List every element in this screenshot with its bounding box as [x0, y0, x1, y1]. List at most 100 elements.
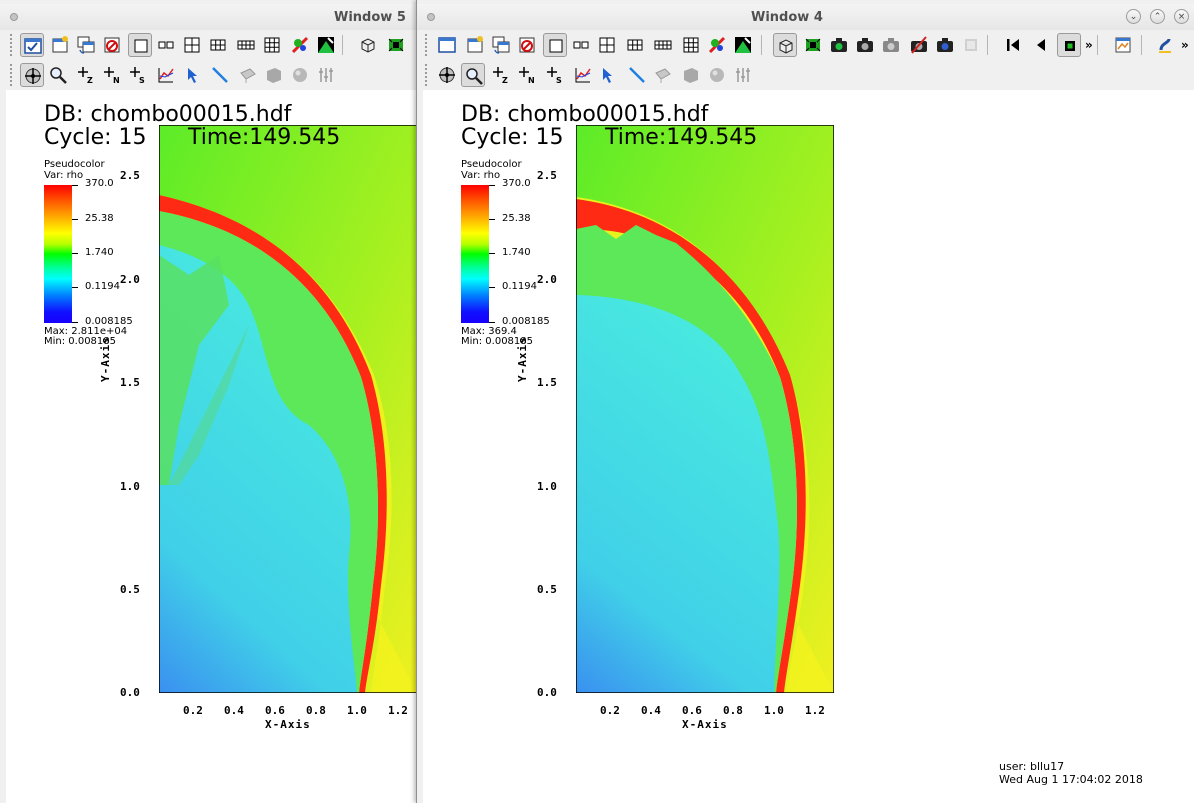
maximize-icon[interactable]: ⌃	[1150, 9, 1165, 24]
toolbar-grip[interactable]	[10, 34, 18, 56]
window-menu-icon[interactable]	[10, 13, 18, 21]
view-3d-box-icon[interactable]	[356, 33, 380, 57]
delete-window-icon[interactable]	[515, 33, 539, 57]
toolbar-separator	[987, 35, 988, 55]
window-5-interaction-toolbar: Z N S	[0, 60, 417, 90]
layout-1x1-icon[interactable]	[543, 33, 567, 57]
node-pick-icon[interactable]: N	[100, 63, 124, 87]
clone-window-icon[interactable]	[74, 33, 98, 57]
curve-pick-icon[interactable]	[154, 63, 178, 87]
delete-window-icon[interactable]	[100, 33, 124, 57]
point-tool-icon[interactable]	[182, 63, 206, 87]
image-view-icon[interactable]	[1111, 33, 1135, 57]
camera-delete-icon[interactable]	[907, 33, 931, 57]
layout-2x4-icon[interactable]	[651, 33, 675, 57]
animation-icon[interactable]	[959, 33, 983, 57]
y-axis-label: Y-Axis	[99, 336, 112, 382]
close-icon[interactable]: ×	[1174, 9, 1189, 24]
window-4-main-toolbar: » »	[417, 30, 1194, 60]
window-4-render-area[interactable]: DB: chombo00015.hdf Cycle: 15 Time:149.5…	[423, 90, 1194, 803]
layout-3x3-icon[interactable]	[679, 33, 703, 57]
y-tick-label: 2.5	[120, 169, 140, 182]
x-axis-label: X-Axis	[265, 718, 311, 731]
legend-tick	[72, 219, 78, 220]
window-4-titlebar[interactable]: Window 4 ⌄ ⌃ ×	[417, 4, 1194, 30]
sphere-tool-icon[interactable]	[288, 63, 312, 87]
layout-3x3-icon[interactable]	[260, 33, 284, 57]
navigate-icon[interactable]	[435, 63, 459, 87]
layout-1x2-icon[interactable]	[569, 33, 593, 57]
zoom-icon[interactable]	[461, 63, 485, 87]
layout-1x2-icon[interactable]	[154, 33, 178, 57]
stop-icon[interactable]	[1057, 33, 1081, 57]
clone-window-icon[interactable]	[489, 33, 513, 57]
svg-text:S: S	[139, 76, 145, 85]
step-back-icon[interactable]	[1001, 33, 1025, 57]
toolbar-overflow-icon[interactable]: »	[1085, 38, 1093, 52]
x-tick-label: 0.6	[265, 704, 285, 717]
node-pick-icon[interactable]: N	[515, 63, 539, 87]
line-tool-icon[interactable]	[625, 63, 649, 87]
view-3d-box-icon[interactable]	[773, 33, 797, 57]
point-tool-icon[interactable]	[597, 63, 621, 87]
svg-text:Z: Z	[502, 76, 508, 85]
invert-colors-icon[interactable]	[288, 33, 312, 57]
layout-2x3-icon[interactable]	[623, 33, 647, 57]
legend-tick	[72, 287, 78, 288]
toolbar-grip[interactable]	[10, 64, 18, 86]
window-5-titlebar[interactable]: Window 5	[0, 4, 417, 30]
legend-colorbar	[44, 185, 72, 323]
minimize-icon[interactable]: ⌄	[1126, 9, 1141, 24]
invert-colors-icon[interactable]	[705, 33, 729, 57]
legend-colorbar	[461, 185, 489, 323]
layout-1x1-icon[interactable]	[128, 33, 152, 57]
clear-plots-icon[interactable]	[314, 33, 338, 57]
box-tool-icon[interactable]	[679, 63, 703, 87]
new-window-icon[interactable]	[48, 33, 72, 57]
zoom-icon[interactable]	[46, 63, 70, 87]
plane-tool-icon[interactable]	[651, 63, 675, 87]
layout-2x2-icon[interactable]	[180, 33, 204, 57]
layout-2x4-icon[interactable]	[234, 33, 258, 57]
toolbar-overflow-icon[interactable]: »	[1181, 38, 1189, 52]
lock-view-icon[interactable]	[384, 33, 408, 57]
x-tick-label: 0.2	[600, 704, 620, 717]
toolbar-separator	[342, 35, 343, 55]
plane-tool-icon[interactable]	[236, 63, 260, 87]
navigate-icon[interactable]	[20, 63, 44, 87]
window-5-render-area[interactable]: DB: chombo00015.hdf Cycle: 15 Time:149.5…	[6, 90, 417, 803]
box-tool-icon[interactable]	[262, 63, 286, 87]
legend-tick-label: 0.1194	[502, 281, 537, 292]
toolbar-grip[interactable]	[425, 34, 433, 56]
pseudocolor-plot[interactable]	[159, 125, 417, 693]
x-tick-label: 1.2	[805, 704, 825, 717]
python-icon[interactable]	[1153, 33, 1177, 57]
toggle-window-icon[interactable]	[435, 33, 459, 57]
y-tick-label: 0.5	[120, 583, 140, 596]
window-menu-icon[interactable]	[427, 13, 435, 21]
layout-2x3-icon[interactable]	[206, 33, 230, 57]
sphere-tool-icon[interactable]	[705, 63, 729, 87]
camera-icon[interactable]	[853, 33, 877, 57]
toolbar-grip[interactable]	[425, 64, 433, 86]
new-window-icon[interactable]	[463, 33, 487, 57]
camera-blue-icon[interactable]	[933, 33, 957, 57]
clear-plots-icon[interactable]	[731, 33, 755, 57]
save-image-icon[interactable]	[827, 33, 851, 57]
axis-array-tool-icon[interactable]	[731, 63, 755, 87]
layout-2x2-icon[interactable]	[595, 33, 619, 57]
pseudocolor-plot[interactable]	[576, 125, 834, 693]
play-back-icon[interactable]	[1029, 33, 1053, 57]
legend-tick	[489, 287, 495, 288]
spreadsheet-pick-icon[interactable]: S	[126, 63, 150, 87]
toggle-window-icon[interactable]	[20, 33, 44, 57]
line-tool-icon[interactable]	[208, 63, 232, 87]
x-tick-label: 1.0	[764, 704, 784, 717]
zone-pick-icon[interactable]: Z	[489, 63, 513, 87]
camera-gray-icon[interactable]	[879, 33, 903, 57]
axis-array-tool-icon[interactable]	[314, 63, 338, 87]
spreadsheet-pick-icon[interactable]: S	[543, 63, 567, 87]
zone-pick-icon[interactable]: Z	[74, 63, 98, 87]
lock-view-icon[interactable]	[801, 33, 825, 57]
curve-pick-icon[interactable]	[571, 63, 595, 87]
